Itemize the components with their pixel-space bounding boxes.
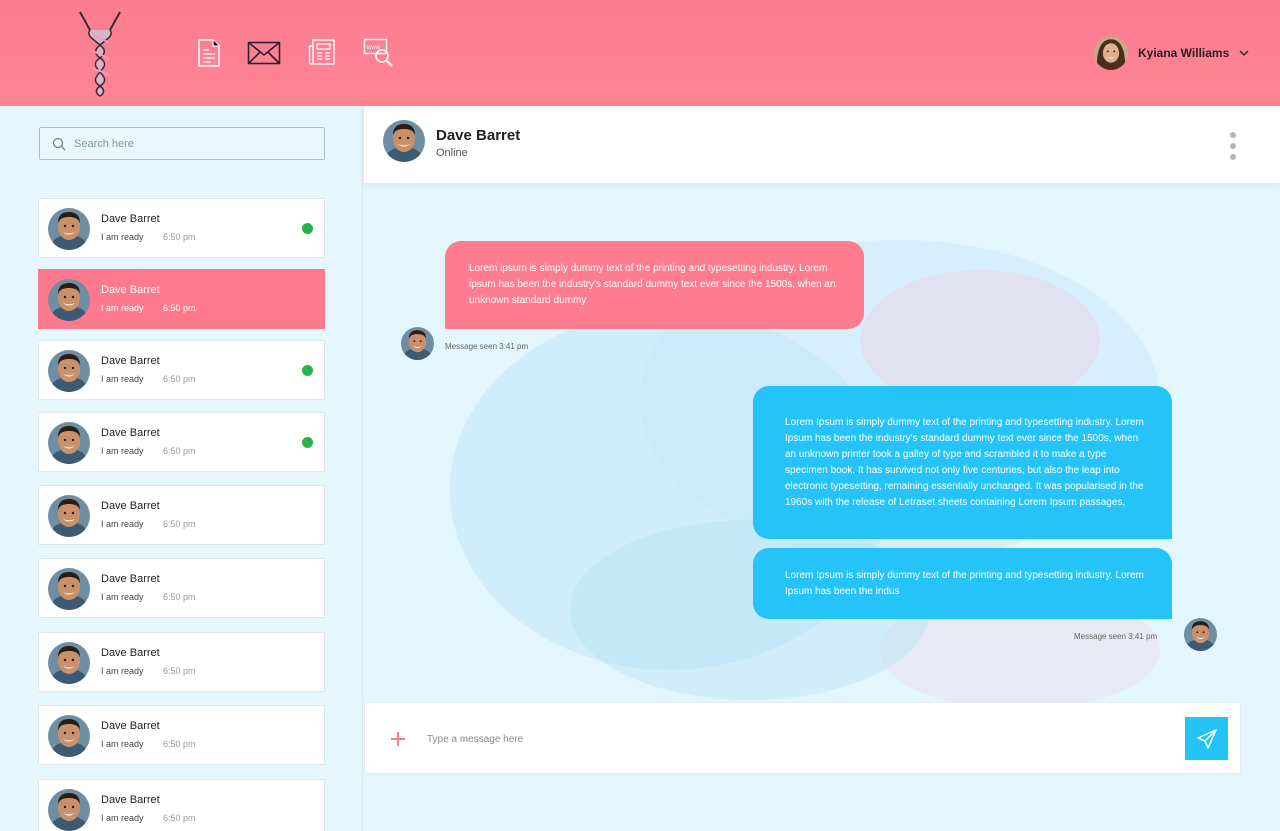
search-input[interactable] [74,137,304,150]
contact-time: 6:50 pm [163,303,196,313]
contact-name: Dave Barret [101,355,160,367]
contact-time: 6:50 pm [163,666,196,676]
contact-time: 6:50 pm [163,519,196,529]
contact-avatar [48,422,90,464]
contact-item[interactable]: Dave Barret I am ready 6:50 pm [38,269,325,329]
contact-time: 6:50 pm [163,374,196,384]
contact-last-message: I am ready [101,739,144,749]
message-text: Lorem ipsum is simply dummy text of the … [469,263,836,306]
contact-avatar [48,208,90,250]
mail-icon[interactable] [247,41,281,71]
contact-item[interactable]: Dave Barret I am ready 6:50 pm [38,485,325,545]
send-button[interactable] [1185,717,1228,760]
user-name: Kyiana Williams [1138,46,1230,60]
contact-name: Dave Barret [101,284,160,296]
contact-avatar [383,120,425,162]
contact-time: 6:50 pm [163,813,196,823]
search-icon [52,137,66,150]
contact-last-message: I am ready [101,446,144,456]
recipient-avatar [1184,618,1217,651]
online-status-dot [302,365,313,376]
sender-avatar [401,327,434,360]
search-box [39,127,325,160]
contact-item[interactable]: Dave Barret I am ready 6:50 pm [38,340,325,400]
contacts-sidebar: Dave BarretI am ready6:50 pmDave BarretI… [0,106,363,831]
outgoing-message: Lorem Ipsum is simply dummy text of the … [753,386,1172,539]
contact-last-message: I am ready [101,374,144,384]
contact-name: Dave Barret [101,573,160,585]
incoming-message: Lorem ipsum is simply dummy text of the … [445,241,864,329]
message-seen-status: Message seen 3:41 pm [1074,632,1158,641]
outgoing-message: Lorem Ipsum is simply dummy text of the … [753,548,1172,619]
contact-item[interactable]: Dave Barret I am ready 6:50 pm [38,779,325,831]
more-options-icon[interactable] [1222,132,1244,160]
contact-time: 6:50 pm [163,232,196,242]
paper-plane-icon [1196,728,1217,749]
chat-contact-name: Dave Barret [436,127,521,144]
contact-avatar [48,789,90,831]
contact-time: 6:50 pm [163,446,196,456]
message-input[interactable] [427,730,1127,748]
contact-avatar [48,715,90,757]
contact-name: Dave Barret [101,794,160,806]
newspaper-icon[interactable] [308,38,340,68]
braid-logo[interactable] [76,10,124,98]
contact-item[interactable]: Dave Barret I am ready 6:50 pm [38,632,325,692]
message-composer [364,702,1241,774]
contact-item[interactable]: Dave Barret I am ready 6:50 pm [38,412,325,472]
user-avatar [1094,36,1128,70]
add-attachment-icon[interactable] [390,731,406,747]
online-status-dot [302,223,313,234]
contact-name: Dave Barret [101,213,160,225]
contact-name: Dave Barret [101,647,160,659]
contact-item[interactable]: Dave Barret I am ready 6:50 pm [38,198,325,258]
web-search-icon[interactable]: www [363,38,395,68]
contact-last-message: I am ready [101,813,144,823]
contact-last-message: I am ready [101,592,144,602]
contact-name: Dave Barret [101,500,160,512]
message-text: Lorem Ipsum is simply dummy text of the … [785,416,1144,508]
contact-avatar [48,279,90,321]
contact-avatar [48,495,90,537]
contact-item[interactable]: Dave Barret I am ready 6:50 pm [38,705,325,765]
svg-text:www: www [366,45,381,51]
contact-avatar [48,568,90,610]
contact-time: 6:50 pm [163,739,196,749]
chat-contact-status: Online [436,147,468,159]
contact-avatar [48,350,90,392]
contact-last-message: I am ready [101,666,144,676]
document-icon[interactable] [196,38,228,68]
contact-avatar [48,642,90,684]
contact-name: Dave Barret [101,427,160,439]
contact-last-message: I am ready [101,232,144,242]
user-menu[interactable]: Kyiana Williams [1094,36,1249,70]
contact-last-message: I am ready [101,519,144,529]
chat-header: Dave Barret Online [364,106,1280,183]
contact-item[interactable]: Dave Barret I am ready 6:50 pm [38,558,325,618]
chevron-down-icon[interactable] [1239,48,1249,58]
message-seen-status: Message seen 3:41 pm [445,342,529,351]
contact-last-message: I am ready [101,303,144,313]
contact-time: 6:50 pm [163,592,196,602]
message-text: Lorem Ipsum is simply dummy text of the … [785,569,1144,597]
top-bar: www Kyiana Williams [0,0,1280,106]
contact-name: Dave Barret [101,720,160,732]
online-status-dot [302,437,313,448]
